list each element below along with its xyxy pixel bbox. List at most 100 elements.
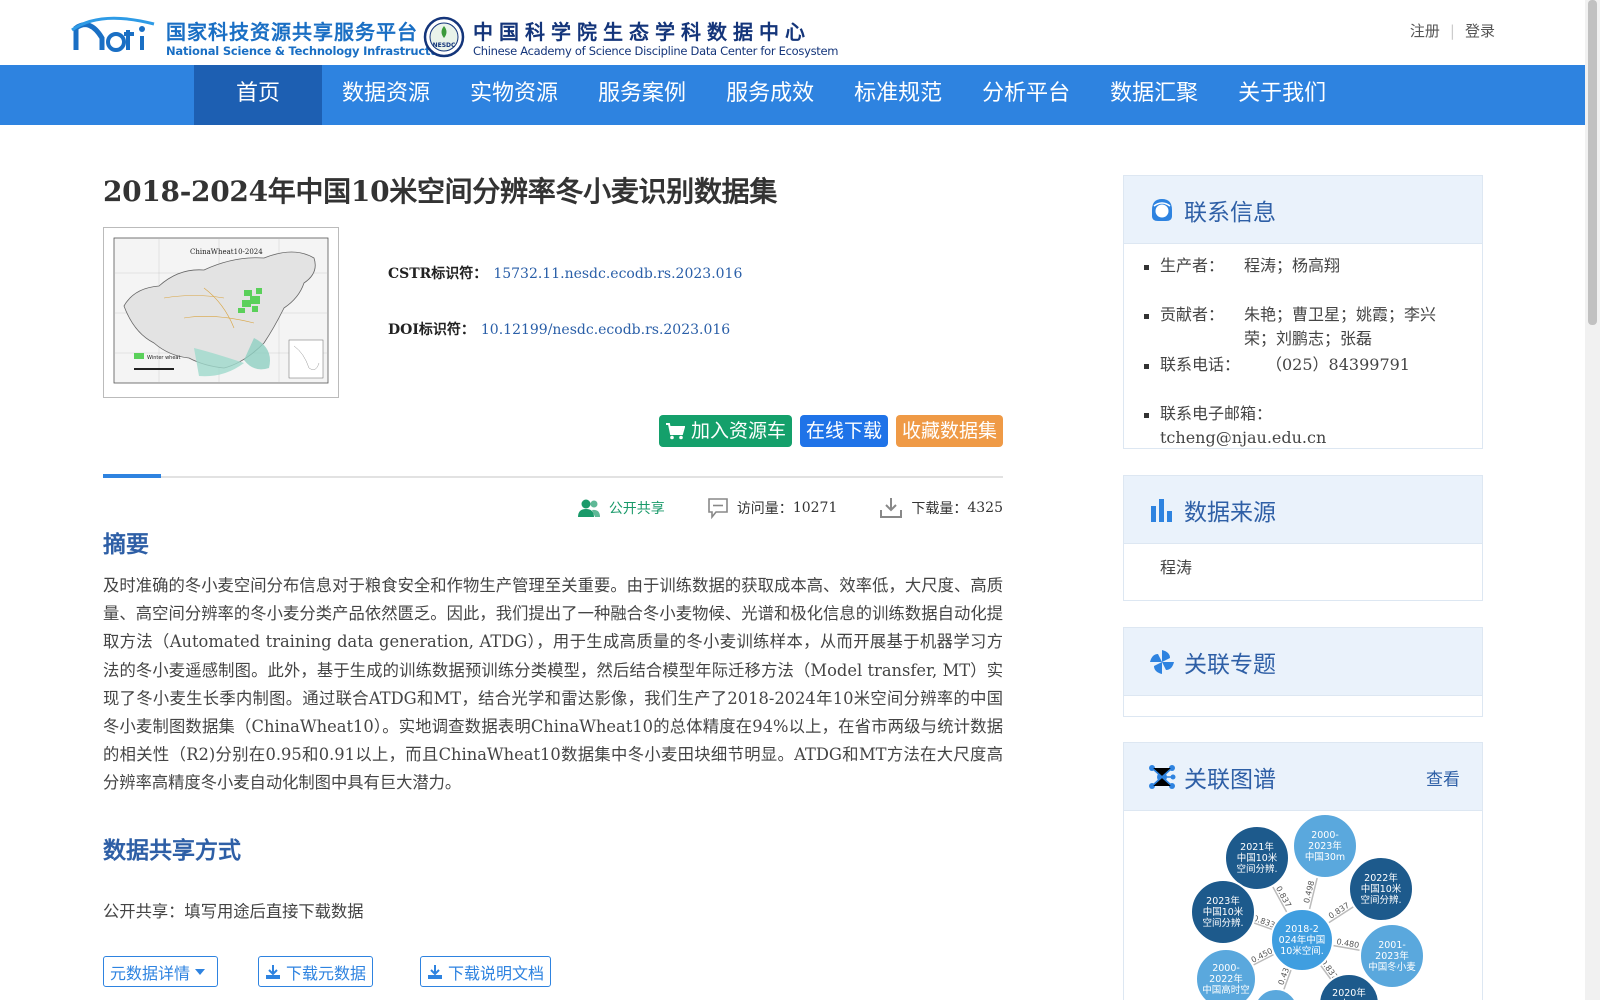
doi-link[interactable]: 10.12199/nesdc.ecodb.rs.2023.016 bbox=[481, 322, 730, 338]
doi-row: DOI标识符： 10.12199/nesdc.ecodb.rs.2023.016 bbox=[388, 319, 742, 375]
nesdc-logo[interactable]: NESDC 中国科学院生态学科数据中心 Chinese Academy of S… bbox=[423, 16, 838, 60]
contact-list: 生产者： 程涛；杨高翔 贡献者： 朱艳；曹卫星；姚霞；李兴荣；刘鹏志；张磊 联系电话… bbox=[1124, 244, 1482, 447]
register-link[interactable]: 注册 bbox=[1410, 20, 1440, 41]
cart-icon bbox=[665, 423, 685, 440]
pinwheel-icon bbox=[1150, 650, 1174, 674]
contact-item-email: 联系电子邮箱： tcheng@njau.edu.cn bbox=[1144, 402, 1458, 447]
nav-item[interactable]: 实物资源 bbox=[450, 65, 578, 125]
nav-item[interactable]: 数据资源 bbox=[322, 65, 450, 125]
related-topics-panel: 关联专题 bbox=[1123, 627, 1483, 717]
download-doc-label: 下载说明文档 bbox=[448, 963, 545, 983]
download-metadata-button[interactable]: 下载元数据 bbox=[258, 956, 374, 987]
contact-panel-header: 联系信息 bbox=[1124, 176, 1482, 244]
download-count: 下载量： 4325 bbox=[879, 497, 1003, 519]
tab-active-indicator[interactable] bbox=[103, 474, 161, 478]
top-header: 国家科技资源共享服务平台 National Science & Technolo… bbox=[0, 0, 1585, 65]
related-topics-panel-header: 关联专题 bbox=[1124, 628, 1482, 696]
metadata-detail-button[interactable]: 元数据详情 bbox=[103, 956, 219, 987]
download-doc-button[interactable]: 下载说明文档 bbox=[420, 956, 552, 987]
main-nav: 首页 数据资源 实物资源 服务案例 服务成效 标准规范 分析平台 数据汇聚 关于我们 bbox=[0, 65, 1585, 125]
svg-text:NESDC: NESDC bbox=[433, 42, 456, 49]
knowledge-graph-svg[interactable]: 0.837 0.4980.8370.8330.4800.4500.430 0.837… bbox=[1124, 811, 1482, 1000]
nav-item[interactable]: 数据汇聚 bbox=[1090, 65, 1218, 125]
graph-node-label: 中国10米 bbox=[1237, 852, 1278, 864]
china-wheat-map-image: ChinaWheat10-2024 Winter wheat bbox=[104, 228, 338, 397]
data-source-heading: 数据来源 bbox=[1184, 500, 1276, 526]
auth-divider: | bbox=[1449, 21, 1455, 40]
nsti-logo-en: National Science & Technology Infrastruc… bbox=[166, 44, 452, 58]
visit-count: 访问量： 10271 bbox=[707, 497, 837, 519]
graph-edge-weight: 0.480 bbox=[1336, 937, 1360, 950]
data-source-panel: 数据来源 程涛 bbox=[1123, 475, 1483, 601]
graph-node-label: 2023年 bbox=[1375, 950, 1409, 962]
graph-node-label: 2020年 bbox=[1332, 987, 1366, 999]
contact-panel: 联系信息 生产者： 程涛；杨高翔 贡献者： 朱艳；曹卫星；姚霞；李兴荣；刘鹏志；张磊… bbox=[1123, 175, 1483, 449]
nesdc-seal-icon: NESDC bbox=[423, 16, 465, 58]
data-source-panel-header: 数据来源 bbox=[1124, 476, 1482, 544]
nav-item[interactable]: 分析平台 bbox=[962, 65, 1090, 125]
nav-item[interactable]: 关于我们 bbox=[1218, 65, 1346, 125]
stats-row: 公开共享 访问量： 10271 下载量： 4325 bbox=[535, 497, 1003, 519]
page-scrollbar[interactable] bbox=[1585, 0, 1600, 1000]
abstract-heading: 摘要 bbox=[103, 532, 149, 558]
graph-node-label: 中国高时空 bbox=[1202, 984, 1250, 996]
contact-item-producer: 生产者： 程涛；杨高翔 bbox=[1144, 254, 1458, 303]
thumbnail-caption: ChinaWheat10-2024 bbox=[190, 248, 263, 256]
dataset-thumbnail[interactable]: ChinaWheat10-2024 Winter wheat bbox=[103, 227, 339, 398]
nsti-logo-mark bbox=[71, 16, 155, 52]
add-to-cart-button[interactable]: 加入资源车 bbox=[658, 415, 792, 447]
cstr-link[interactable]: 15732.11.nesdc.ecodb.rs.2023.016 bbox=[493, 266, 742, 282]
nsti-logo[interactable]: 国家科技资源共享服务平台 National Science & Technolo… bbox=[70, 16, 452, 60]
graph-edge-weight: 0.837 bbox=[1274, 885, 1293, 909]
contact-item-phone: 联系电话： （025）84399791 bbox=[1144, 353, 1458, 402]
nav-item[interactable]: 服务案例 bbox=[578, 65, 706, 125]
graph-center-label: 10米空间. bbox=[1280, 945, 1324, 957]
contact-label: 联系电话： bbox=[1160, 355, 1241, 374]
favorite-dataset-button[interactable]: 收藏数据集 bbox=[895, 415, 1003, 447]
knowledge-graph-panel-header: 关联图谱 查看 bbox=[1124, 743, 1482, 811]
identifier-block: CSTR标识符： 15732.11.nesdc.ecodb.rs.2023.016… bbox=[388, 263, 742, 375]
graph-node-label: 中国10米 bbox=[1203, 906, 1244, 918]
action-buttons: 加入资源车 在线下载 收藏数据集 bbox=[658, 415, 1003, 447]
tab-strip bbox=[103, 474, 1003, 478]
cstr-label: CSTR标识符： bbox=[388, 266, 488, 282]
graph-node-label: 空间分辨. bbox=[1202, 917, 1243, 929]
graph-node-label: 空间分辨. bbox=[1236, 863, 1277, 875]
nesdc-logo-cn: 中国科学院生态学科数据中心 bbox=[473, 20, 811, 44]
share-status: 公开共享 bbox=[577, 498, 665, 518]
contact-email-value[interactable]: tcheng@njau.edu.cn bbox=[1160, 428, 1326, 447]
login-link[interactable]: 登录 bbox=[1465, 20, 1495, 41]
graph-node-label: 2001- bbox=[1378, 940, 1406, 951]
nav-item[interactable]: 标准规范 bbox=[834, 65, 962, 125]
contact-label: 生产者： bbox=[1160, 256, 1225, 275]
nav-item[interactable]: 首页 bbox=[194, 65, 323, 125]
visit-count-label: 访问量： bbox=[736, 501, 793, 517]
graph-node-label: 2022年 bbox=[1364, 872, 1398, 884]
users-icon bbox=[577, 499, 600, 517]
download-metadata-label: 下载元数据 bbox=[286, 963, 367, 983]
knowledge-graph[interactable]: 0.837 0.498 0.837 0.833 0.480 0.450 0.430 0.837… bbox=[1124, 811, 1482, 1000]
graph-node-label: 2000- bbox=[1212, 963, 1240, 974]
online-download-button[interactable]: 在线下载 bbox=[799, 415, 888, 447]
view-graph-link[interactable]: 查看 bbox=[1426, 765, 1460, 790]
scrollbar-thumb[interactable] bbox=[1588, 0, 1597, 325]
download-icon bbox=[428, 964, 442, 979]
contact-value: 朱艳；曹卫星；姚霞；李兴荣；刘鹏志；张磊 bbox=[1244, 305, 1437, 348]
abstract-text: 及时准确的冬小麦空间分布信息对于粮食安全和作物生产管理至关重要。由于训练数据的获… bbox=[103, 576, 1003, 793]
graph-node[interactable] bbox=[1254, 988, 1298, 1000]
cstr-row: CSTR标识符： 15732.11.nesdc.ecodb.rs.2023.016 bbox=[388, 263, 742, 319]
download-icon bbox=[266, 964, 280, 979]
doi-label: DOI标识符： bbox=[388, 322, 475, 338]
contact-person-icon bbox=[1152, 199, 1172, 221]
download-tray-icon bbox=[880, 498, 903, 518]
metadata-detail-label: 元数据详情 bbox=[110, 963, 191, 983]
contact-item-contributor: 贡献者： 朱艳；曹卫星；姚霞；李兴荣；刘鹏志；张磊 bbox=[1144, 303, 1458, 353]
graph-node-label: 中国冬小麦 bbox=[1368, 961, 1416, 973]
contact-label: 贡献者： bbox=[1160, 305, 1225, 324]
graph-edge-weight: 0.450 bbox=[1250, 946, 1274, 964]
nav-item[interactable]: 服务成效 bbox=[706, 65, 834, 125]
graph-node-label: 2023年 bbox=[1308, 840, 1342, 852]
bar-chart-icon bbox=[1151, 499, 1172, 522]
online-download-label: 在线下载 bbox=[805, 420, 882, 442]
sharing-heading: 数据共享方式 bbox=[103, 838, 241, 864]
